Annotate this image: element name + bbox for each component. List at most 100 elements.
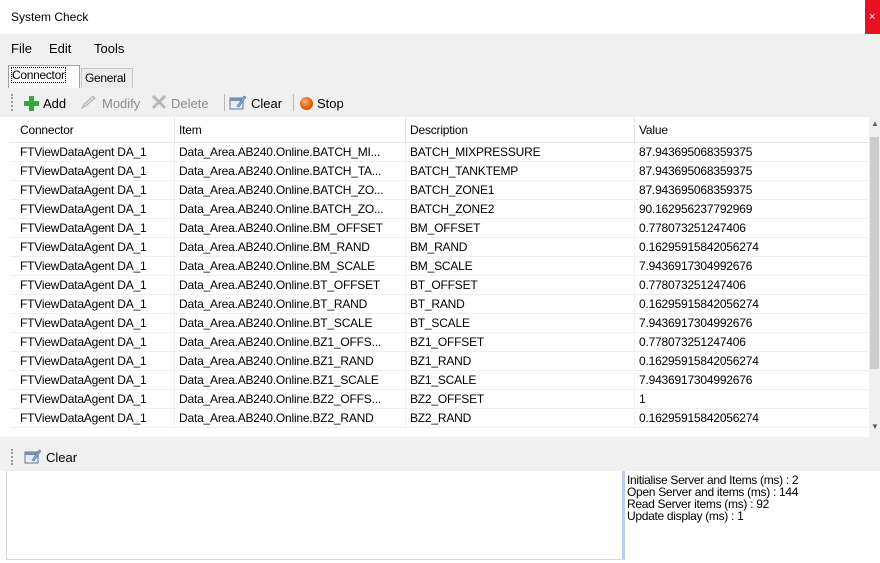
- menu-file[interactable]: File: [11, 41, 32, 56]
- pencil-icon: [80, 94, 98, 113]
- column-divider[interactable]: [634, 117, 635, 143]
- cell-connector: FTViewDataAgent DA_1: [20, 221, 147, 235]
- table-row[interactable]: FTViewDataAgent DA_1 Data_Area.AB240.Onli…: [10, 181, 869, 200]
- row-divider: [405, 219, 406, 238]
- row-divider: [174, 181, 175, 200]
- connector-grid[interactable]: Connector Item Description Value FTViewD…: [10, 117, 869, 437]
- cell-connector: FTViewDataAgent DA_1: [20, 183, 147, 197]
- row-divider: [405, 314, 406, 333]
- close-button[interactable]: ×: [865, 0, 880, 34]
- cell-item: Data_Area.AB240.Online.BT_RAND: [179, 297, 368, 311]
- row-divider: [634, 276, 635, 295]
- cell-value: 0.16295915842056274: [639, 354, 759, 368]
- column-divider[interactable]: [174, 117, 175, 143]
- grid-scrollbar[interactable]: ▲ ▼: [869, 117, 880, 437]
- table-row[interactable]: FTViewDataAgent DA_1 Data_Area.AB240.Onli…: [10, 352, 869, 371]
- row-divider: [405, 181, 406, 200]
- tab-connector-label: Connector: [11, 67, 66, 83]
- menu-edit[interactable]: Edit: [49, 41, 71, 56]
- stop-icon: [300, 96, 313, 110]
- row-divider: [634, 200, 635, 219]
- delete-button[interactable]: Delete: [151, 93, 209, 113]
- modify-button-label: Modify: [102, 95, 141, 111]
- table-row[interactable]: FTViewDataAgent DA_1 Data_Area.AB240.Onli…: [10, 409, 869, 428]
- cell-value: 0.778073251247406: [639, 335, 746, 349]
- cell-item: Data_Area.AB240.Online.BM_SCALE: [179, 259, 375, 273]
- cell-connector: FTViewDataAgent DA_1: [20, 145, 147, 159]
- cell-item: Data_Area.AB240.Online.BZ1_OFFS...: [179, 335, 381, 349]
- cell-description: BT_OFFSET: [410, 278, 478, 292]
- row-divider: [405, 257, 406, 276]
- table-row[interactable]: FTViewDataAgent DA_1 Data_Area.AB240.Onli…: [10, 219, 869, 238]
- row-divider: [405, 143, 406, 162]
- column-header-value[interactable]: Value: [639, 123, 668, 137]
- row-divider: [405, 162, 406, 181]
- table-row[interactable]: FTViewDataAgent DA_1 Data_Area.AB240.Onli…: [10, 390, 869, 409]
- cell-connector: FTViewDataAgent DA_1: [20, 373, 147, 387]
- column-header-connector[interactable]: Connector: [20, 123, 74, 137]
- table-row[interactable]: FTViewDataAgent DA_1 Data_Area.AB240.Onli…: [10, 276, 869, 295]
- table-row[interactable]: FTViewDataAgent DA_1 Data_Area.AB240.Onli…: [10, 143, 869, 162]
- cell-item: Data_Area.AB240.Online.BZ1_RAND: [179, 354, 374, 368]
- row-divider: [634, 352, 635, 371]
- table-row[interactable]: FTViewDataAgent DA_1 Data_Area.AB240.Onli…: [10, 371, 869, 390]
- cell-description: BZ2_OFFSET: [410, 392, 485, 406]
- toolbar-separator: [224, 94, 225, 111]
- tab-general[interactable]: General: [81, 68, 133, 88]
- cell-connector: FTViewDataAgent DA_1: [20, 164, 147, 178]
- table-row[interactable]: FTViewDataAgent DA_1 Data_Area.AB240.Onli…: [10, 295, 869, 314]
- modify-button[interactable]: Modify: [80, 93, 140, 113]
- cell-item: Data_Area.AB240.Online.BT_OFFSET: [179, 278, 381, 292]
- cell-connector: FTViewDataAgent DA_1: [20, 240, 147, 254]
- toolbar-grip[interactable]: [11, 449, 13, 465]
- row-divider: [174, 352, 175, 371]
- cell-description: BZ1_RAND: [410, 354, 472, 368]
- row-divider: [174, 276, 175, 295]
- table-row[interactable]: FTViewDataAgent DA_1 Data_Area.AB240.Onli…: [10, 314, 869, 333]
- table-row[interactable]: FTViewDataAgent DA_1 Data_Area.AB240.Onli…: [10, 333, 869, 352]
- clear-button[interactable]: Clear: [229, 93, 282, 113]
- toolbar: Add Modify Delete Clear Stop: [0, 88, 880, 117]
- stop-button[interactable]: Stop: [300, 93, 344, 113]
- tab-connector[interactable]: Connector: [8, 65, 80, 88]
- x-icon: [151, 94, 167, 113]
- table-row[interactable]: FTViewDataAgent DA_1 Data_Area.AB240.Onli…: [10, 162, 869, 181]
- row-divider: [174, 409, 175, 428]
- log-toolbar: Clear: [0, 443, 880, 471]
- scroll-down-arrow[interactable]: ▼: [871, 422, 879, 431]
- cell-value: 0.16295915842056274: [639, 240, 759, 254]
- menu-bar: File Edit Tools: [0, 34, 880, 62]
- row-divider: [174, 295, 175, 314]
- log-panel[interactable]: [6, 471, 622, 560]
- toolbar-grip[interactable]: [11, 94, 13, 111]
- cell-description: BATCH_TANKTEMP: [410, 164, 519, 178]
- column-divider[interactable]: [405, 117, 406, 143]
- cell-item: Data_Area.AB240.Online.BM_RAND: [179, 240, 370, 254]
- column-header-item[interactable]: Item: [179, 123, 202, 137]
- cell-description: BM_OFFSET: [410, 221, 481, 235]
- table-row[interactable]: FTViewDataAgent DA_1 Data_Area.AB240.Onli…: [10, 257, 869, 276]
- title-bar: System Check ×: [0, 0, 880, 34]
- table-row[interactable]: FTViewDataAgent DA_1 Data_Area.AB240.Onli…: [10, 200, 869, 219]
- menu-tools[interactable]: Tools: [94, 41, 124, 56]
- clear-icon: [229, 94, 247, 113]
- scroll-up-arrow[interactable]: ▲: [871, 119, 879, 128]
- cell-connector: FTViewDataAgent DA_1: [20, 354, 147, 368]
- row-divider: [174, 200, 175, 219]
- row-divider: [405, 352, 406, 371]
- cell-value: 7.9436917304992676: [639, 259, 753, 273]
- cell-description: BATCH_ZONE1: [410, 183, 495, 197]
- row-divider: [405, 238, 406, 257]
- row-divider: [174, 371, 175, 390]
- table-row[interactable]: FTViewDataAgent DA_1 Data_Area.AB240.Onli…: [10, 238, 869, 257]
- clear-icon: [24, 448, 42, 467]
- add-button[interactable]: Add: [24, 93, 66, 113]
- cell-value: 90.162956237792969: [639, 202, 753, 216]
- cell-item: Data_Area.AB240.Online.BT_SCALE: [179, 316, 373, 330]
- row-divider: [405, 333, 406, 352]
- column-header-description[interactable]: Description: [410, 123, 468, 137]
- log-clear-button[interactable]: Clear: [24, 447, 77, 467]
- row-divider: [634, 295, 635, 314]
- scroll-thumb[interactable]: [870, 137, 879, 369]
- row-divider: [634, 219, 635, 238]
